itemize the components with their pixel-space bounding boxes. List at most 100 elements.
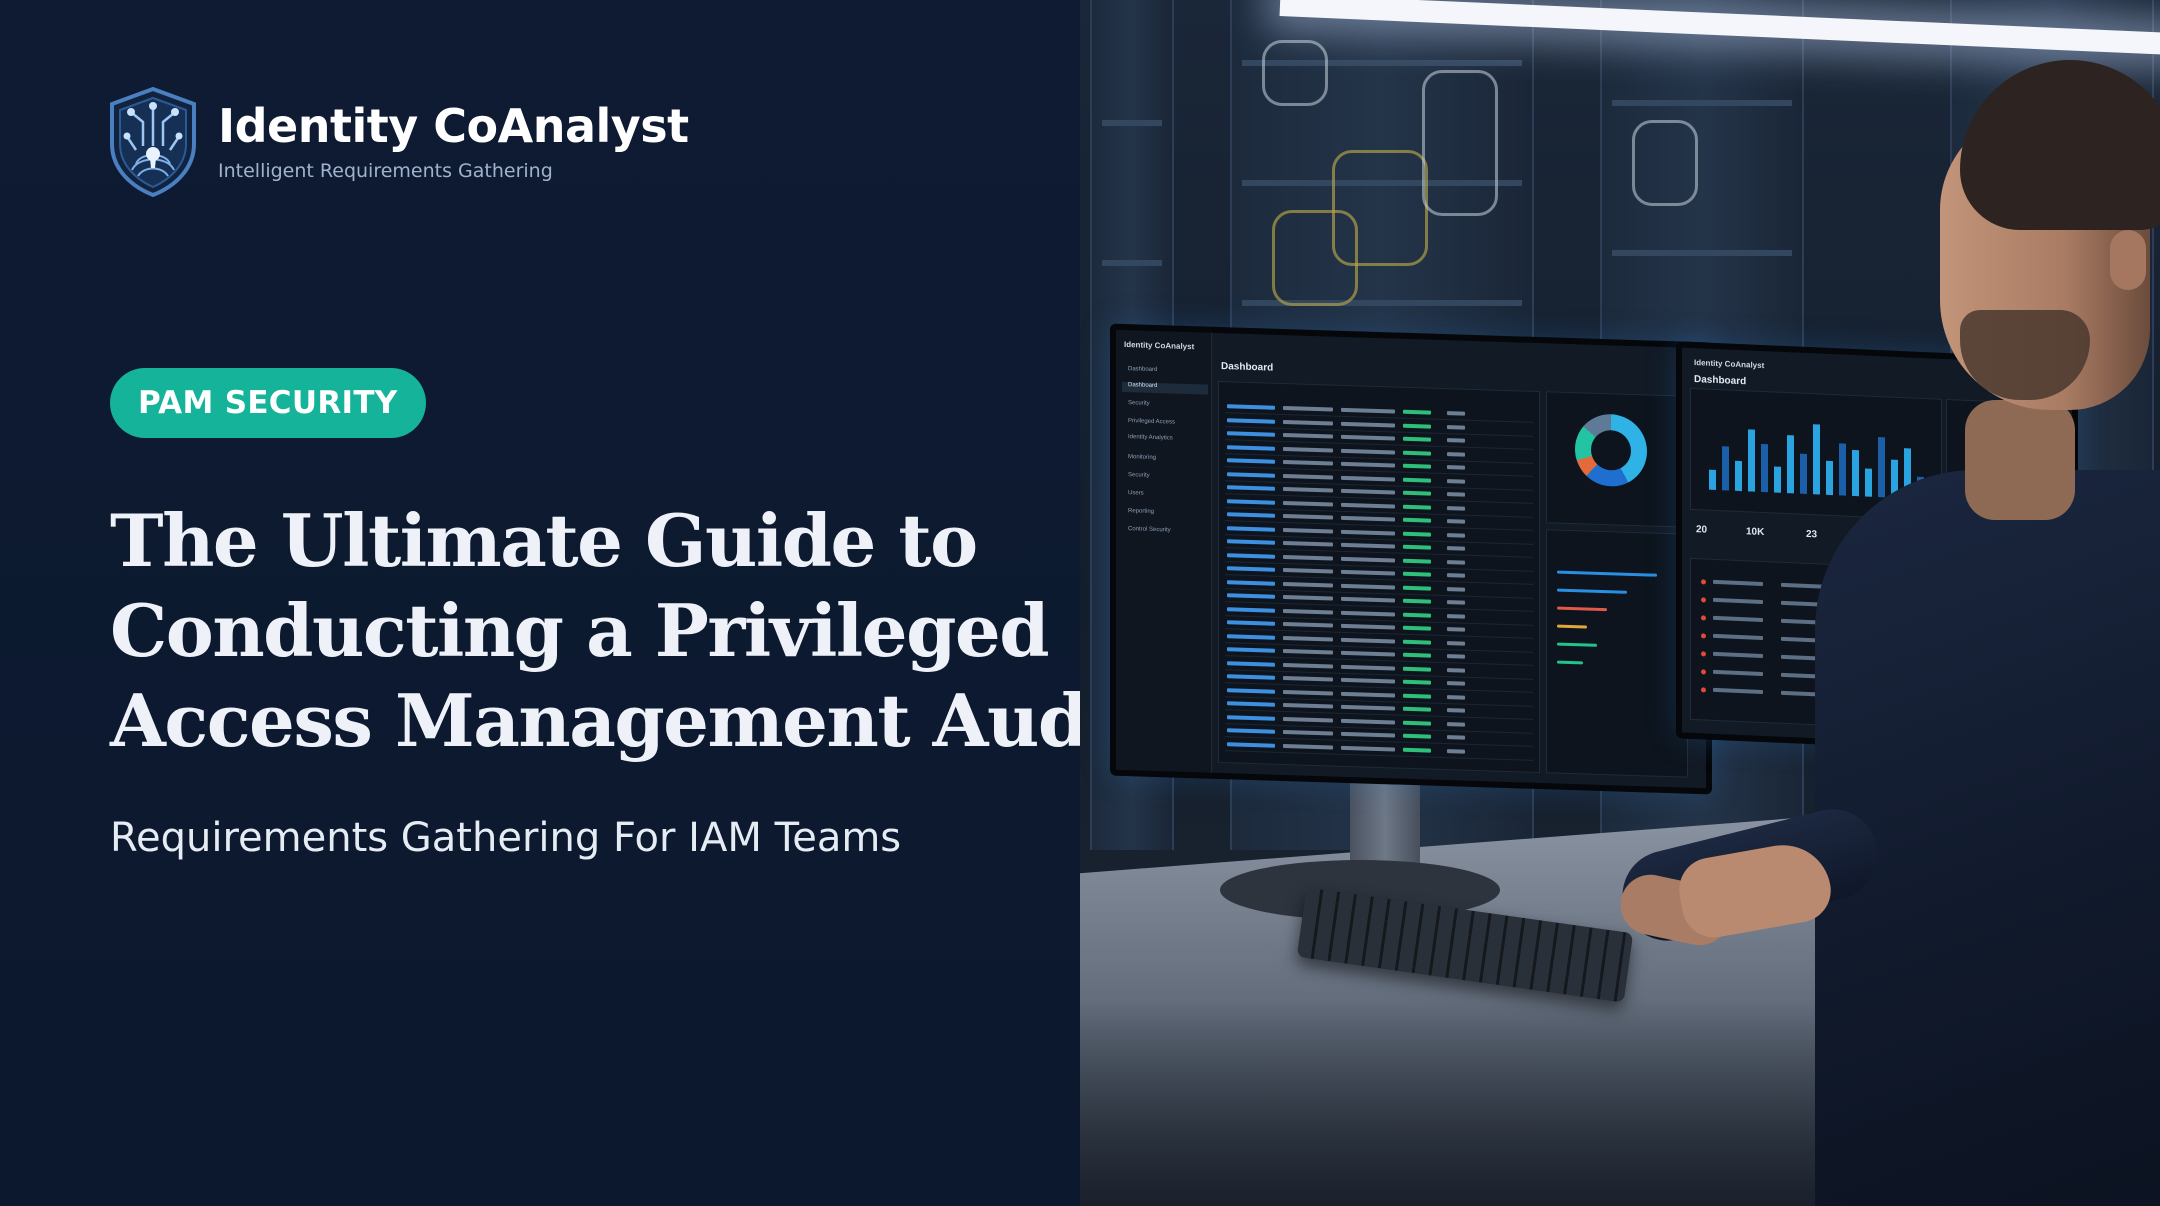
table-cell (1403, 423, 1431, 429)
table-cell (1227, 714, 1275, 721)
table-cell (1447, 519, 1465, 524)
headline-line: The Ultimate Guide to (110, 498, 978, 583)
alert-dot (1701, 579, 1706, 585)
alert-dot (1701, 669, 1706, 675)
table-cell (1403, 463, 1431, 469)
table-cell (1227, 444, 1275, 451)
screen-nav-item: Users (1128, 490, 1144, 497)
table-cell (1283, 554, 1333, 561)
screen-app-name: Identity CoAnalyst (1124, 339, 1195, 352)
table-cell (1283, 459, 1333, 466)
table-cell (1341, 623, 1395, 630)
brand-name: Identity CoAnalyst (218, 99, 689, 153)
table-cell (1227, 471, 1275, 478)
table-cell (1447, 640, 1465, 646)
table-cell (1403, 666, 1431, 672)
table-cell (1227, 485, 1275, 491)
screen-nav-item: Monitoring (1128, 454, 1157, 461)
screen-bar (1761, 443, 1768, 493)
table-cell (1283, 540, 1333, 547)
screen-bar (1774, 466, 1781, 493)
table-cell (1341, 745, 1395, 751)
table-cell (1713, 579, 1763, 587)
donut-chart (1575, 413, 1647, 488)
headline-line: Access Management Audit (110, 678, 1146, 763)
table-cell (1403, 436, 1431, 442)
table-cell (1403, 598, 1431, 604)
table-cell (1403, 504, 1431, 510)
table-cell (1403, 477, 1431, 483)
screen-nav-item: Dashboard (1122, 381, 1208, 395)
table-cell (1447, 505, 1465, 511)
table-cell (1227, 633, 1275, 640)
table-cell (1227, 566, 1275, 572)
table-cell (1713, 651, 1763, 659)
table-cell (1403, 409, 1431, 415)
table-cell (1447, 681, 1465, 686)
table-cell (1341, 488, 1395, 495)
table-cell (1447, 424, 1465, 430)
table-cell (1283, 621, 1333, 628)
table-cell (1283, 608, 1333, 615)
screen-bar (1865, 468, 1872, 497)
headline-line: Conducting a Privileged (110, 588, 1050, 673)
table-cell (1227, 404, 1275, 410)
table-cell (1403, 558, 1431, 564)
table-cell (1227, 525, 1275, 532)
table-cell (1227, 539, 1275, 545)
table-cell (1283, 473, 1333, 480)
table-cell (1403, 706, 1431, 712)
table-cell (1341, 677, 1395, 684)
table-cell (1403, 585, 1431, 591)
table-cell (1403, 517, 1431, 523)
screen-nav-item: Identity Analytics (1128, 434, 1173, 442)
alert-dot (1701, 651, 1706, 657)
screen-title: Dashboard (1694, 374, 1747, 388)
table-cell (1447, 748, 1465, 754)
category-badge: PAM SECURITY (110, 368, 426, 438)
table-cell (1403, 652, 1431, 658)
table-cell (1283, 432, 1333, 439)
table-cell (1341, 691, 1395, 697)
table-cell (1283, 594, 1333, 601)
table-cell (1227, 458, 1275, 464)
person-neck (1965, 400, 2075, 520)
alerts-card (1546, 529, 1688, 778)
table-cell (1341, 448, 1395, 454)
table-cell (1227, 647, 1275, 653)
table-cell (1227, 512, 1275, 518)
table-cell (1341, 650, 1395, 657)
table-cell (1341, 718, 1395, 724)
table-cell (1227, 620, 1275, 626)
table-cell (1341, 407, 1395, 414)
screen-metric: 10K (1746, 526, 1765, 539)
table-cell (1341, 583, 1395, 589)
table-cell (1447, 708, 1465, 713)
screen-bar (1826, 460, 1833, 496)
table-cell (1227, 687, 1275, 694)
table-cell (1283, 513, 1333, 520)
table-cell (1283, 716, 1333, 723)
table-cell (1341, 502, 1395, 508)
table-cell (1283, 648, 1333, 655)
table-cell (1447, 721, 1465, 727)
headline: The Ultimate Guide to Conducting a Privi… (110, 496, 1146, 766)
table-cell (1341, 529, 1395, 535)
table-row (1225, 749, 1533, 761)
alert-dot (1701, 597, 1706, 603)
table-cell (1283, 567, 1333, 574)
alert-dot (1701, 687, 1706, 693)
table-cell (1283, 743, 1333, 750)
table-cell (1227, 606, 1275, 613)
table-cell (1283, 527, 1333, 534)
table-cell (1341, 596, 1395, 603)
screen-bar (1787, 435, 1794, 494)
table-cell (1227, 579, 1275, 586)
table-cell (1283, 675, 1333, 682)
table-cell (1447, 532, 1465, 538)
table-cell (1227, 593, 1275, 599)
screen-bar (1852, 449, 1859, 497)
table-cell (1341, 515, 1395, 522)
table-cell (1713, 615, 1763, 623)
table-cell (1227, 701, 1275, 707)
